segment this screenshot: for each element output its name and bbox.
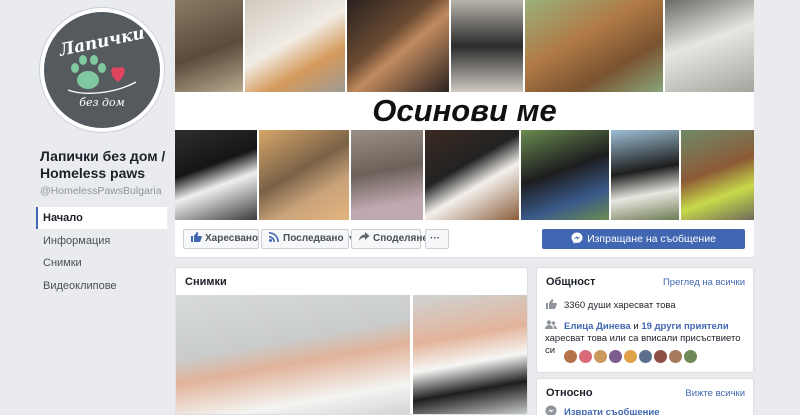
share-button-label: Споделяне <box>373 233 428 244</box>
nav-item-home[interactable]: Начало <box>36 207 167 229</box>
cover-photo-cat-tabby <box>175 0 243 92</box>
thumbs-up-icon <box>191 232 202 242</box>
share-button[interactable]: Споделяне <box>351 229 428 249</box>
page-likes-row: 3360 души харесват това <box>545 298 676 311</box>
rss-icon <box>269 232 279 242</box>
paw-heart-icon <box>67 55 137 94</box>
about-card-title: Относно <box>546 387 593 399</box>
thumbs-up-icon <box>546 299 557 309</box>
page-username[interactable]: @HomelessPawsBulgaria <box>40 185 175 197</box>
about-message-link[interactable]: Изврати съобщение <box>564 407 660 415</box>
cover-photo[interactable]: Осинови ме <box>175 0 754 220</box>
other-friends-link[interactable]: 19 други приятели <box>641 321 728 332</box>
cover-photo-kitten-white-grey <box>665 0 754 92</box>
photos-card: Снимки <box>175 267 528 415</box>
friend-name-link[interactable]: Елица Динева <box>564 321 631 332</box>
and-text: и <box>630 321 642 332</box>
cover-photo-kitten-grey-tabby <box>351 130 423 220</box>
cover-photo-cat-tortie <box>347 0 449 92</box>
left-column: Лапички без дом Лапички без дом / Homele… <box>0 0 175 415</box>
nav-item-videos[interactable]: Видеоклипове <box>36 275 167 297</box>
cover-photo-dog-black-white <box>611 130 679 220</box>
avatar[interactable] <box>609 350 622 363</box>
cover-photo-dog-brown <box>681 130 754 220</box>
page-likes-count: 3360 души харесват това <box>564 300 676 311</box>
follow-button[interactable]: Последвано▼ <box>261 229 355 249</box>
community-see-all-link[interactable]: Преглед на всички <box>663 277 745 288</box>
about-message-row[interactable]: Изврати съобщение <box>545 405 660 415</box>
messenger-icon <box>545 405 557 415</box>
logo-text-bottom: без дом <box>79 96 125 109</box>
cover-photo-cat-black-white <box>175 130 257 220</box>
page-action-bar: Харесвано▼ Последвано▼ Споделяне ··· Изп… <box>175 220 754 258</box>
more-options-button[interactable]: ··· <box>425 229 449 249</box>
follow-button-label: Последвано <box>283 233 344 244</box>
photos-card-title[interactable]: Снимки <box>185 276 227 288</box>
cover-photo-kitten-white <box>245 0 345 92</box>
avatar[interactable] <box>579 350 592 363</box>
nav-item-info[interactable]: Информация <box>36 230 167 252</box>
avatar[interactable] <box>594 350 607 363</box>
messenger-icon <box>571 232 583 244</box>
avatar[interactable] <box>684 350 697 363</box>
send-message-label: Изпращане на съобщение <box>587 233 716 245</box>
avatar[interactable] <box>669 350 682 363</box>
like-button[interactable]: Харесвано▼ <box>183 229 269 249</box>
like-button-label: Харесвано <box>205 233 259 244</box>
avatar[interactable] <box>624 350 637 363</box>
cover-photo-kitten-tabby <box>259 130 349 220</box>
avatar[interactable] <box>654 350 667 363</box>
cover-photo-kitten-black <box>451 0 523 92</box>
share-arrow-icon <box>359 232 370 241</box>
about-card: Относно Вижте всички Изврати съобщение <box>536 378 754 415</box>
about-see-all-link[interactable]: Вижте всички <box>685 388 745 399</box>
nav-item-photos[interactable]: Снимки <box>36 252 167 274</box>
avatar[interactable] <box>564 350 577 363</box>
page-title[interactable]: Лапички без дом / Homeless paws <box>40 148 172 182</box>
photo-thumbnail-bath-2[interactable] <box>413 295 527 414</box>
cover-photo-dog-black <box>521 130 609 220</box>
cover-photo-cat-tuxedo <box>425 130 519 220</box>
page-profile-picture[interactable]: Лапички без дом <box>40 8 164 132</box>
avatar[interactable] <box>639 350 652 363</box>
cover-photo-puppy <box>525 0 663 92</box>
page-nav: Начало Информация Снимки Видеоклипове <box>36 207 167 297</box>
more-options-icon: ··· <box>430 233 440 244</box>
friends-icon <box>545 320 557 329</box>
friends-avatars <box>564 350 699 368</box>
cover-title: Осинови ме <box>372 93 557 128</box>
photo-thumbnail-bath-1[interactable] <box>176 295 410 414</box>
community-card-title: Общност <box>546 276 596 288</box>
logo-badge: Лапички без дом <box>44 12 160 128</box>
send-message-button[interactable]: Изпращане на съобщение <box>542 229 745 249</box>
community-card: Общност Преглед на всички 3360 души харе… <box>536 267 754 373</box>
